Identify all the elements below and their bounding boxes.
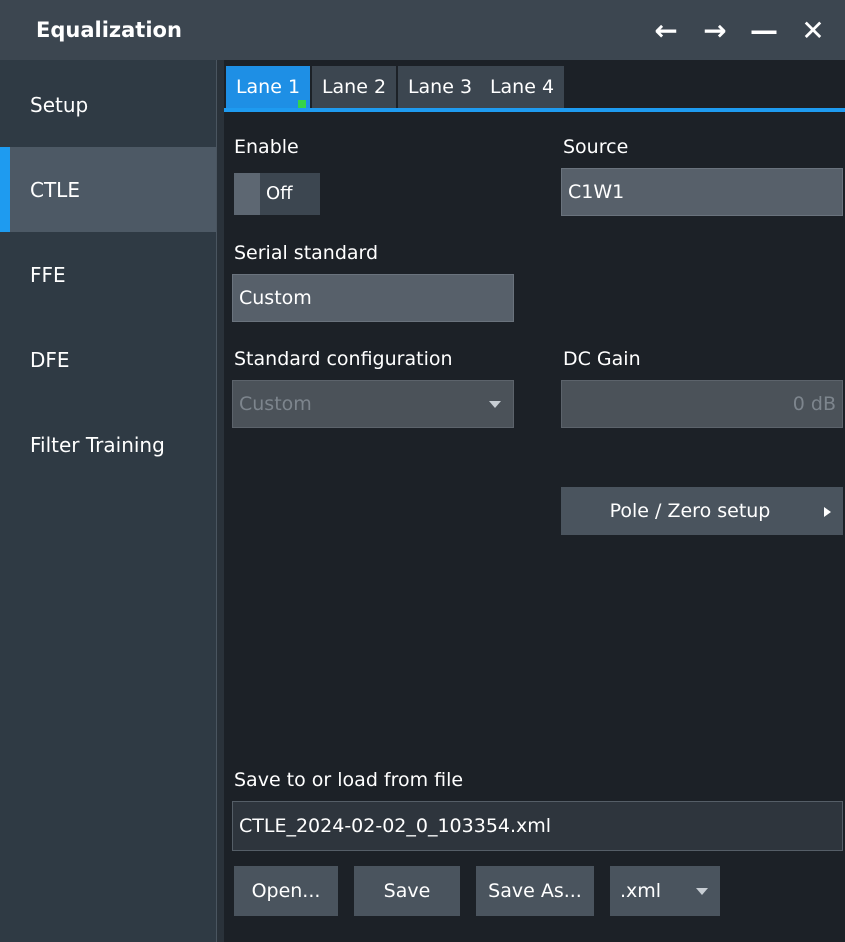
sidebar: Setup CTLE FFE DFE Filter Training [0,60,216,942]
window-title: Equalization [36,18,182,42]
active-indicator [0,147,10,232]
tab-label: Lane 3 [407,76,473,98]
minimize-icon[interactable]: — [746,12,782,48]
sidebar-item-label: DFE [30,347,70,372]
title-bar: Equalization ← → — ✕ [0,0,845,60]
toggle-state: Off [266,183,293,204]
tab-lane-4[interactable]: Lane 4 [480,66,564,108]
sidebar-item-label: Filter Training [30,432,165,457]
sidebar-item-ffe[interactable]: FFE [0,232,216,317]
source-field[interactable]: C1W1 [561,168,843,216]
dc-gain-value: 0 dB [792,393,836,415]
arrow-left-icon[interactable]: ← [648,12,684,48]
standard-configuration-value: Custom [239,393,312,415]
tab-label: Lane 2 [321,76,387,98]
tab-lane-1[interactable]: Lane 1 [226,66,310,108]
toggle-knob [234,173,260,215]
chevron-down-icon [696,888,708,895]
sidebar-item-label: CTLE [30,177,80,202]
dc-gain-label: DC Gain [563,348,641,370]
standard-configuration-label: Standard configuration [234,348,453,370]
arrow-right-icon[interactable]: → [697,12,733,48]
file-format-dropdown[interactable]: .xml [610,866,720,916]
enable-label: Enable [234,136,299,158]
pole-zero-setup-label: Pole / Zero setup [609,500,771,522]
serial-standard-label: Serial standard [234,242,379,264]
sidebar-item-dfe[interactable]: DFE [0,317,216,402]
sidebar-item-ctle[interactable]: CTLE [0,147,216,232]
close-icon[interactable]: ✕ [795,12,831,48]
save-button[interactable]: Save [354,866,460,916]
lane-tab-bar: Lane 1 Lane 2 Lane 3 Lane 4 [224,66,845,110]
lane-active-indicator [298,100,306,108]
tab-label: Lane 1 [235,76,301,98]
save-as-button[interactable]: Save As... [476,866,594,916]
serial-standard-field[interactable]: Custom [232,274,514,322]
dc-gain-field[interactable]: 0 dB [561,380,843,428]
standard-configuration-dropdown[interactable]: Custom [232,380,514,428]
source-label: Source [563,136,629,158]
file-format-value: .xml [620,880,662,902]
sidebar-item-label: Setup [30,92,89,117]
enable-toggle[interactable]: Off [234,173,320,215]
sidebar-item-setup[interactable]: Setup [0,62,216,147]
save-load-label: Save to or load from file [234,769,464,791]
tab-lane-3[interactable]: Lane 3 [398,66,482,108]
open-button[interactable]: Open... [234,866,338,916]
tab-label: Lane 4 [489,76,555,98]
sidebar-item-filter-training[interactable]: Filter Training [0,402,216,487]
tab-underline [224,108,845,112]
submenu-arrow-icon [824,507,831,517]
filename-value: CTLE_2024-02-02_0_103354.xml [239,815,552,837]
serial-standard-value: Custom [239,287,312,309]
tab-lane-2[interactable]: Lane 2 [312,66,396,108]
chevron-down-icon [489,401,501,408]
source-value: C1W1 [568,181,625,203]
pole-zero-setup-button[interactable]: Pole / Zero setup [561,487,843,535]
filename-field[interactable]: CTLE_2024-02-02_0_103354.xml [232,801,843,851]
sidebar-item-label: FFE [30,262,66,287]
